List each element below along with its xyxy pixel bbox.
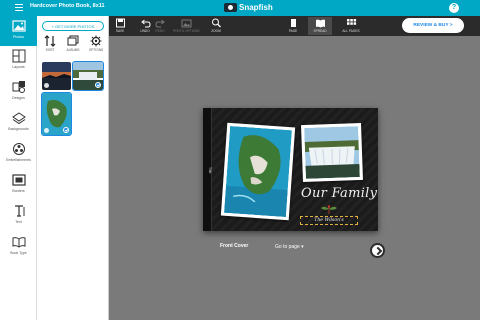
rail-label: Photos	[13, 35, 24, 39]
zoom-control[interactable]: ZOOM	[207, 18, 225, 33]
selected-check-icon	[63, 127, 69, 133]
redo-label: REDO	[155, 29, 165, 33]
waterfall-photo	[304, 126, 360, 179]
backgrounds-icon	[11, 112, 26, 125]
photo-options-button[interactable]: PHOTO OPTIONS	[173, 18, 200, 33]
cover-photo-left[interactable]	[220, 122, 296, 221]
albums-label: ALBUMS	[66, 48, 80, 52]
rail-label: Book Type	[10, 251, 27, 255]
sort-label: SORT	[45, 48, 55, 52]
review-and-buy-button[interactable]: REVIEW & BUY >	[402, 18, 464, 33]
info-icon[interactable]	[44, 83, 49, 88]
rail-label: Borders	[12, 189, 25, 193]
cover-title-text[interactable]: Our Family	[301, 186, 377, 201]
zoom-icon	[211, 18, 221, 28]
next-page-button[interactable]	[370, 243, 385, 258]
options-button[interactable]: OPTIONS	[85, 35, 107, 52]
rail-item-book-type[interactable]: Book Type	[0, 235, 37, 255]
redo-button[interactable]: REDO	[153, 18, 167, 33]
all-pages-button[interactable]: ALL PAGES	[339, 18, 363, 33]
embellishments-icon	[12, 143, 25, 155]
gear-icon	[90, 35, 102, 47]
rail-label: Text	[15, 220, 22, 224]
photo-thumbnail[interactable]	[72, 61, 104, 91]
undo-button[interactable]: UNDO	[138, 18, 152, 33]
save-icon	[115, 18, 125, 28]
spread-icon	[315, 19, 325, 28]
page-view-button[interactable]: PAGE	[283, 18, 303, 33]
go-to-page-dropdown[interactable]: Go to page ▾	[275, 244, 304, 250]
albums-button[interactable]: ALBUMS	[62, 35, 84, 52]
sort-button[interactable]: SORT	[39, 35, 61, 52]
logo-text: Snapfish	[239, 3, 273, 12]
rail-label: Layouts	[12, 65, 25, 69]
cover-photo-right[interactable]	[301, 122, 363, 183]
rail-item-borders[interactable]: Borders	[0, 173, 37, 193]
selected-check-icon	[95, 82, 101, 88]
page-icon	[290, 19, 296, 27]
rail-label: Backgrounds	[8, 127, 29, 131]
undo-label: UNDO	[140, 29, 150, 33]
zoom-label: ZOOM	[211, 29, 221, 33]
top-bar: Hardcover Photo Book, 8x11 Snapfish ?	[0, 0, 480, 16]
menu-icon[interactable]	[15, 4, 23, 11]
rail-label: Embellishments	[6, 158, 31, 162]
panel-tools: SORT ALBUMS OPTIONS	[37, 35, 109, 57]
leaf-ornament-icon	[321, 205, 337, 214]
photo-thumbnail[interactable]	[42, 62, 71, 90]
snapfish-logo: Snapfish	[224, 3, 273, 12]
rail-label: Designs	[12, 96, 25, 100]
redo-icon	[154, 19, 165, 28]
left-rail: Photos Layouts Designs Backgrounds Embel…	[0, 16, 37, 320]
photo-options-label: PHOTO OPTIONS	[173, 29, 200, 33]
borders-icon	[11, 174, 26, 186]
all-pages-label: ALL PAGES	[342, 29, 360, 33]
spread-view-button[interactable]: SPREAD	[308, 17, 332, 35]
rail-item-backgrounds[interactable]: Backgrounds	[0, 111, 37, 131]
options-label: OPTIONS	[88, 48, 104, 52]
rail-item-embellishments[interactable]: Embellishments	[0, 142, 37, 162]
photo-options-icon	[181, 19, 191, 28]
sort-icon	[44, 35, 56, 47]
page-label: PAGE	[288, 29, 298, 33]
text-icon	[14, 205, 24, 217]
island-photo	[224, 125, 292, 218]
rail-item-photos[interactable]: Photos	[0, 16, 37, 46]
rail-item-layouts[interactable]: Layouts	[0, 49, 37, 69]
layouts-icon	[12, 49, 25, 63]
photos-panel: + GET MORE PHOTOS SORT ALBUMS OPTIONS	[37, 16, 109, 320]
project-title[interactable]: Hardcover Photo Book, 8x11	[30, 3, 105, 9]
cover-name-textbox[interactable]: The Wilson's	[300, 216, 358, 225]
get-more-photos-button[interactable]: + GET MORE PHOTOS	[42, 21, 104, 31]
photo-thumbnail[interactable]	[41, 92, 72, 136]
spine-title[interactable]: Title	[203, 160, 212, 180]
info-icon[interactable]	[44, 128, 49, 133]
book-type-icon	[12, 237, 25, 248]
help-icon[interactable]: ?	[449, 3, 459, 13]
save-label: SAVE	[115, 29, 125, 33]
spread-label: SPREAD	[313, 29, 327, 33]
designs-icon	[12, 81, 25, 93]
grid-icon	[346, 19, 356, 25]
albums-icon	[67, 35, 79, 46]
rail-item-text[interactable]: Text	[0, 204, 37, 224]
logo-mark-icon	[224, 3, 237, 12]
undo-icon	[140, 19, 151, 28]
current-page-label: Front Cover	[220, 243, 249, 249]
save-button[interactable]: SAVE	[113, 18, 127, 33]
rail-item-designs[interactable]: Designs	[0, 80, 37, 100]
photos-icon	[11, 20, 26, 32]
